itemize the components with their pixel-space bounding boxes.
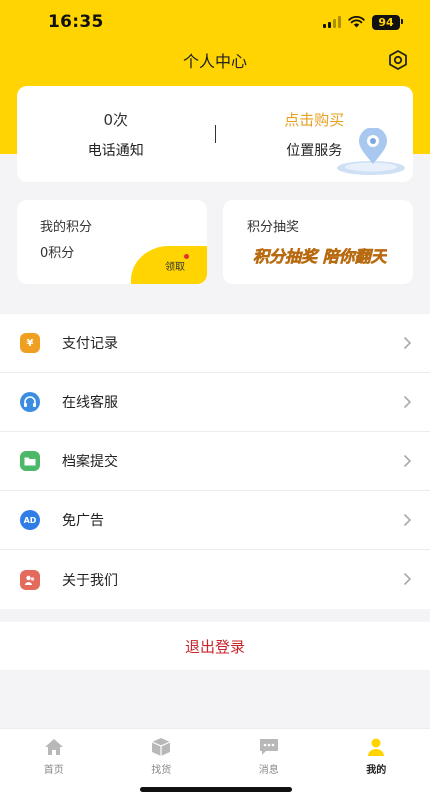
home-icon xyxy=(44,739,63,755)
my-points-title: 我的积分 xyxy=(40,220,93,235)
chevron-right-icon xyxy=(403,336,412,350)
chevron-right-icon xyxy=(403,395,412,409)
cellular-signal-icon xyxy=(323,16,341,28)
tab-mine[interactable]: 我的 xyxy=(323,729,430,800)
phone-notification-label: 电话通知 xyxy=(87,142,144,159)
status-time: 16:35 xyxy=(48,12,104,32)
message-icon xyxy=(259,739,278,755)
phone-notification-count: 0次 xyxy=(103,110,129,129)
tab-label: 找货 xyxy=(151,765,172,776)
menu-item-no-ads[interactable]: AD 免广告 xyxy=(0,491,430,550)
lottery-slogan-text: 积分抽奖 陪你翻天 xyxy=(253,247,387,266)
ad-icon: AD xyxy=(20,510,40,530)
points-value: 0积分 xyxy=(40,246,75,261)
battery-icon: 94 xyxy=(372,14,403,30)
my-points-card[interactable]: 我的积分 0积分 领取 xyxy=(17,200,207,284)
chevron-right-icon xyxy=(403,454,412,468)
page-title: 个人中心 xyxy=(182,52,247,71)
service-card: 0次 电话通知 点击购买 位置服务 xyxy=(17,86,413,182)
tab-label: 我的 xyxy=(366,765,387,776)
points-lottery-title: 积分抽奖 xyxy=(247,220,300,235)
tab-label: 首页 xyxy=(43,765,64,776)
settings-button[interactable] xyxy=(386,48,410,72)
headset-icon xyxy=(20,392,40,412)
logout-label: 退出登录 xyxy=(184,637,245,656)
folder-icon xyxy=(20,451,40,471)
location-service-label: 位置服务 xyxy=(286,142,343,159)
claim-label[interactable]: 领取 xyxy=(165,258,185,273)
menu-item-file-submission[interactable]: 档案提交 xyxy=(0,432,430,491)
status-bar: 16:35 94 xyxy=(0,0,430,44)
menu-item-about-us[interactable]: 关于我们 xyxy=(0,550,430,609)
location-pin-icon xyxy=(337,128,405,175)
user-icon xyxy=(368,738,385,756)
people-icon xyxy=(20,569,40,590)
menu-list: ¥ 支付记录 在线客服 档案提交 AD 免广告 关于我们 xyxy=(0,314,430,609)
nav-bar: 个人中心 xyxy=(0,44,430,76)
home-indicator xyxy=(140,787,292,792)
menu-item-label: 档案提交 xyxy=(62,454,118,470)
tab-label: 消息 xyxy=(258,765,279,776)
yen-icon: ¥ xyxy=(20,333,40,353)
menu-item-online-service[interactable]: 在线客服 xyxy=(0,373,430,432)
menu-item-label: 在线客服 xyxy=(62,395,118,411)
status-icons: 94 xyxy=(323,14,403,30)
menu-item-label: 关于我们 xyxy=(62,572,118,589)
buy-link[interactable]: 点击购买 xyxy=(284,109,344,130)
notification-dot xyxy=(184,254,189,259)
lottery-slogan-art: 积分抽奖 陪你翻天 xyxy=(253,247,387,267)
chevron-right-icon xyxy=(403,513,412,527)
phone-notification[interactable]: 0次 电话通知 xyxy=(17,86,215,182)
menu-item-payment-records[interactable]: ¥ 支付记录 xyxy=(0,314,430,373)
menu-item-label: 免广告 xyxy=(62,513,104,529)
hexagon-settings-icon xyxy=(389,50,407,70)
points-lottery-card[interactable]: 积分抽奖 积分抽奖 陪你翻天 xyxy=(223,200,413,284)
wifi-icon xyxy=(348,16,365,28)
box-icon xyxy=(152,738,171,756)
menu-item-label: 支付记录 xyxy=(62,336,118,352)
chevron-right-icon xyxy=(403,572,412,586)
tab-home[interactable]: 首页 xyxy=(0,729,108,800)
logout-button[interactable]: 退出登录 xyxy=(0,622,430,670)
